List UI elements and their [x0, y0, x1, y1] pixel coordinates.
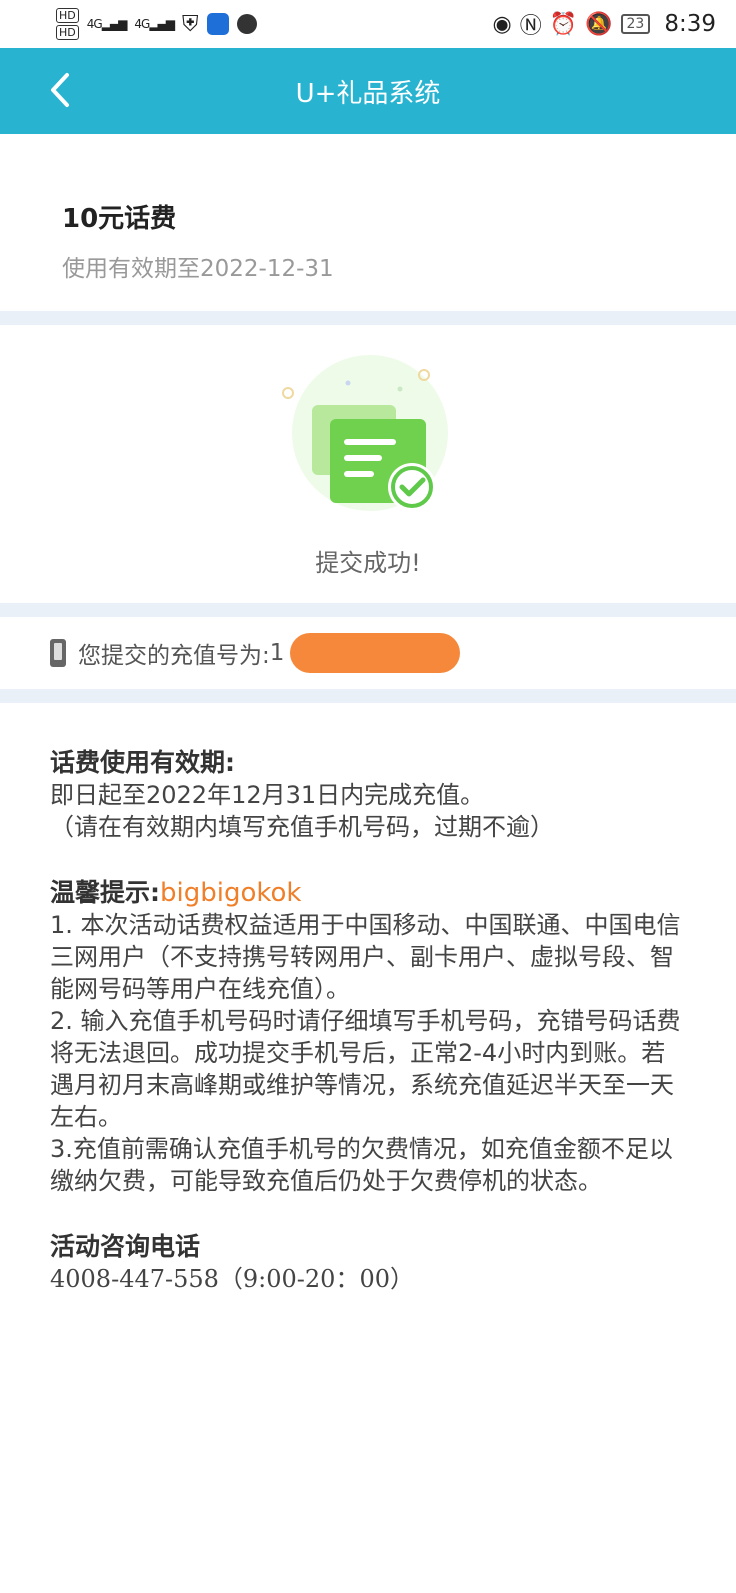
divider: [0, 603, 736, 617]
tips-block: 温馨提示:bigbigokok 1. 本次活动话费权益适用于中国移动、中国联通、…: [50, 873, 686, 1197]
alarm-icon: ⏰: [549, 11, 578, 37]
validity-line: 即日起至2022年12月31日内完成充值。: [50, 781, 485, 809]
bell-off-icon: 🔕: [585, 11, 613, 37]
info-section: 话费使用有效期: 即日起至2022年12月31日内完成充值。 （请在有效期内填写…: [0, 703, 736, 1295]
signal-icon: 4G▂▄▆: [86, 17, 128, 31]
battery-icon: 23: [620, 14, 651, 34]
validity-line: （请在有效期内填写充值手机号码，过期不逾）: [50, 813, 554, 841]
status-bar: HD HD 4G▂▄▆ 4G▂▄▆ ⛨ ◉ Ⓝ ⏰ 🔕 23 8:39: [0, 0, 736, 48]
document-check-icon: [282, 355, 448, 511]
tip-item: 1. 本次活动话费权益适用于中国移动、中国联通、中国电信三网用户（不支持携号转网…: [50, 911, 681, 1003]
hd-badges: HD HD: [56, 8, 79, 40]
watermark-text: bigbigokok: [160, 878, 302, 908]
back-button[interactable]: [40, 70, 80, 110]
divider: [0, 311, 736, 325]
eye-icon: ◉: [492, 11, 512, 37]
tips-title-row: 温馨提示:bigbigokok: [50, 873, 686, 909]
tips-title: 温馨提示:: [50, 878, 160, 907]
gift-card: 10元话费 使用有效期至2022-12-31: [0, 134, 736, 311]
contact-block: 活动咨询电话 4008-447-558（9:00-20：00）: [50, 1227, 686, 1295]
submitted-number-prefix: 1: [269, 640, 285, 666]
hd-badge: HD: [56, 25, 79, 40]
chevron-left-icon: [51, 73, 69, 107]
phone-icon: [50, 639, 66, 667]
submitted-number-row: 您提交的充值号为: 1: [0, 617, 736, 689]
gift-validity: 使用有效期至2022-12-31: [62, 256, 334, 282]
validity-title: 话费使用有效期:: [50, 748, 235, 777]
signal-label: 4G: [86, 17, 103, 31]
cloud-app-icon: [206, 13, 229, 35]
divider: [0, 689, 736, 703]
signal-icon: 4G▂▄▆: [134, 17, 175, 31]
submitted-number-label: 您提交的充值号为:: [78, 643, 270, 669]
success-message: 提交成功!: [315, 549, 421, 577]
status-right: ◉ Ⓝ ⏰ 🔕 23 8:39: [492, 8, 716, 40]
hd-badge: HD: [56, 8, 79, 23]
status-left: HD HD 4G▂▄▆ 4G▂▄▆ ⛨: [56, 8, 257, 40]
app-header: U+礼品系统: [0, 48, 736, 134]
shield-icon: ⛨: [182, 11, 199, 37]
contact-phone[interactable]: 4008-447-558（9:00-20：00）: [50, 1263, 686, 1295]
success-section: 提交成功!: [0, 325, 736, 603]
tip-item: 2. 输入充值手机号码时请仔细填写手机号码，充错号码话费将无法退回。成功提交手机…: [50, 1007, 681, 1131]
status-time: 8:39: [664, 11, 716, 37]
page-title: U+礼品系统: [295, 78, 441, 109]
tip-item: 3.充值前需确认充值手机号的欠费情况，如充值金额不足以缴纳欠费，可能导致充值后仍…: [50, 1135, 673, 1195]
contact-title: 活动咨询电话: [50, 1232, 201, 1261]
masked-number: [290, 633, 461, 673]
nfc-icon: Ⓝ: [519, 14, 542, 39]
gift-name: 10元话费: [62, 204, 177, 234]
globe-icon: [236, 14, 257, 34]
validity-block: 话费使用有效期: 即日起至2022年12月31日内完成充值。 （请在有效期内填写…: [50, 743, 686, 843]
signal-label: 4G: [134, 17, 150, 31]
